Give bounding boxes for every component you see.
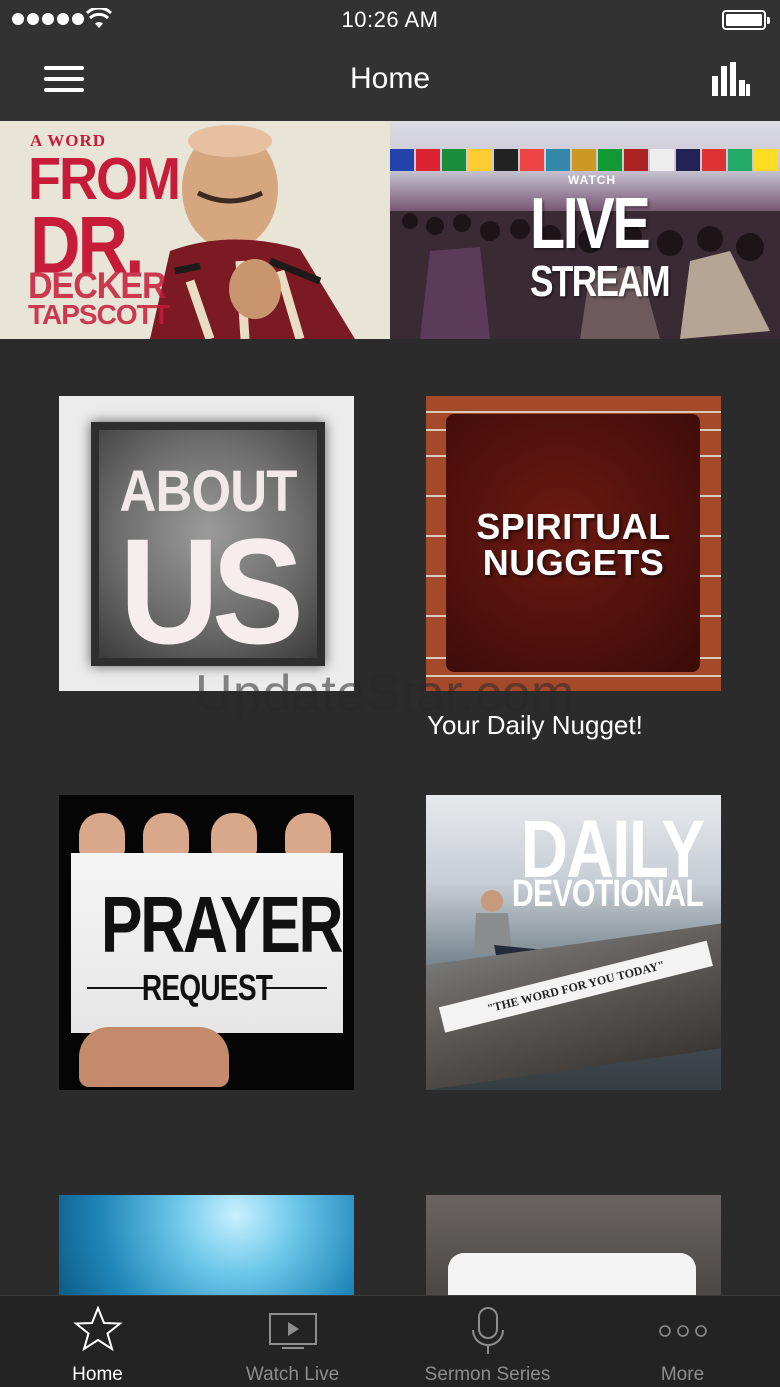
microphone-icon (471, 1307, 504, 1354)
prayer-request-tile[interactable]: PRAYER REQUEST (59, 795, 354, 1090)
word-from-dr-banner[interactable]: A WORD FROM DR. DECKER TAPSCOTT (0, 121, 390, 339)
daily-devotional-tile[interactable]: DAILY DEVOTIONAL "THE WORD FOR YOU TODAY… (426, 795, 721, 1090)
online-card (448, 1253, 696, 1295)
online-tile[interactable] (426, 1195, 721, 1295)
hand-decoration (79, 1027, 229, 1087)
banner-left-line5: TAPSCOTT (28, 299, 170, 330)
tab-label: Sermon Series (424, 1364, 551, 1385)
banner-right-line3: STREAM (530, 257, 671, 306)
more-dots-icon (658, 1325, 707, 1337)
status-bar: 10:26 AM (0, 0, 780, 40)
page-title: Home (349, 62, 431, 95)
tab-bar: Home Watch Live Sermon Series More (0, 1295, 780, 1387)
live-stream-banner[interactable]: WATCH LIVE STREAM (390, 121, 780, 339)
nuggets-line2: NUGGETS (482, 542, 665, 583)
spiritual-nuggets-tile[interactable]: SPIRITUAL NUGGETS (426, 396, 721, 691)
star-icon (72, 1306, 123, 1352)
tab-sermon-series[interactable]: Sermon Series (390, 1296, 585, 1387)
tab-label: Watch Live (245, 1364, 340, 1385)
flags-decoration (390, 149, 780, 171)
tab-watch-live[interactable]: Watch Live (195, 1296, 390, 1387)
tab-more[interactable]: More (585, 1296, 780, 1387)
prayer-line1: PRAYER (100, 880, 344, 969)
status-time: 10:26 AM (341, 7, 439, 32)
tab-home[interactable]: Home (0, 1296, 195, 1387)
prayer-card: PRAYER REQUEST (71, 853, 344, 1033)
tv-play-icon (268, 1313, 317, 1349)
about-line2: US (119, 507, 304, 675)
nuggets-caption[interactable]: Your Daily Nugget! (427, 710, 643, 741)
banner-right-line2: LIVE (530, 184, 651, 264)
hero-banner: A WORD FROM DR. DECKER TAPSCOTT WATCH LI… (0, 121, 780, 339)
tab-label: More (660, 1364, 705, 1385)
about-us-tile[interactable]: ABOUT US (59, 396, 354, 691)
ocean-tile[interactable] (59, 1195, 354, 1295)
bar-chart-icon[interactable] (712, 62, 750, 96)
navigation-bar: Home (0, 40, 780, 121)
tab-label: Home (72, 1364, 123, 1385)
battery-icon (722, 10, 770, 30)
about-frame: ABOUT US (91, 422, 325, 666)
